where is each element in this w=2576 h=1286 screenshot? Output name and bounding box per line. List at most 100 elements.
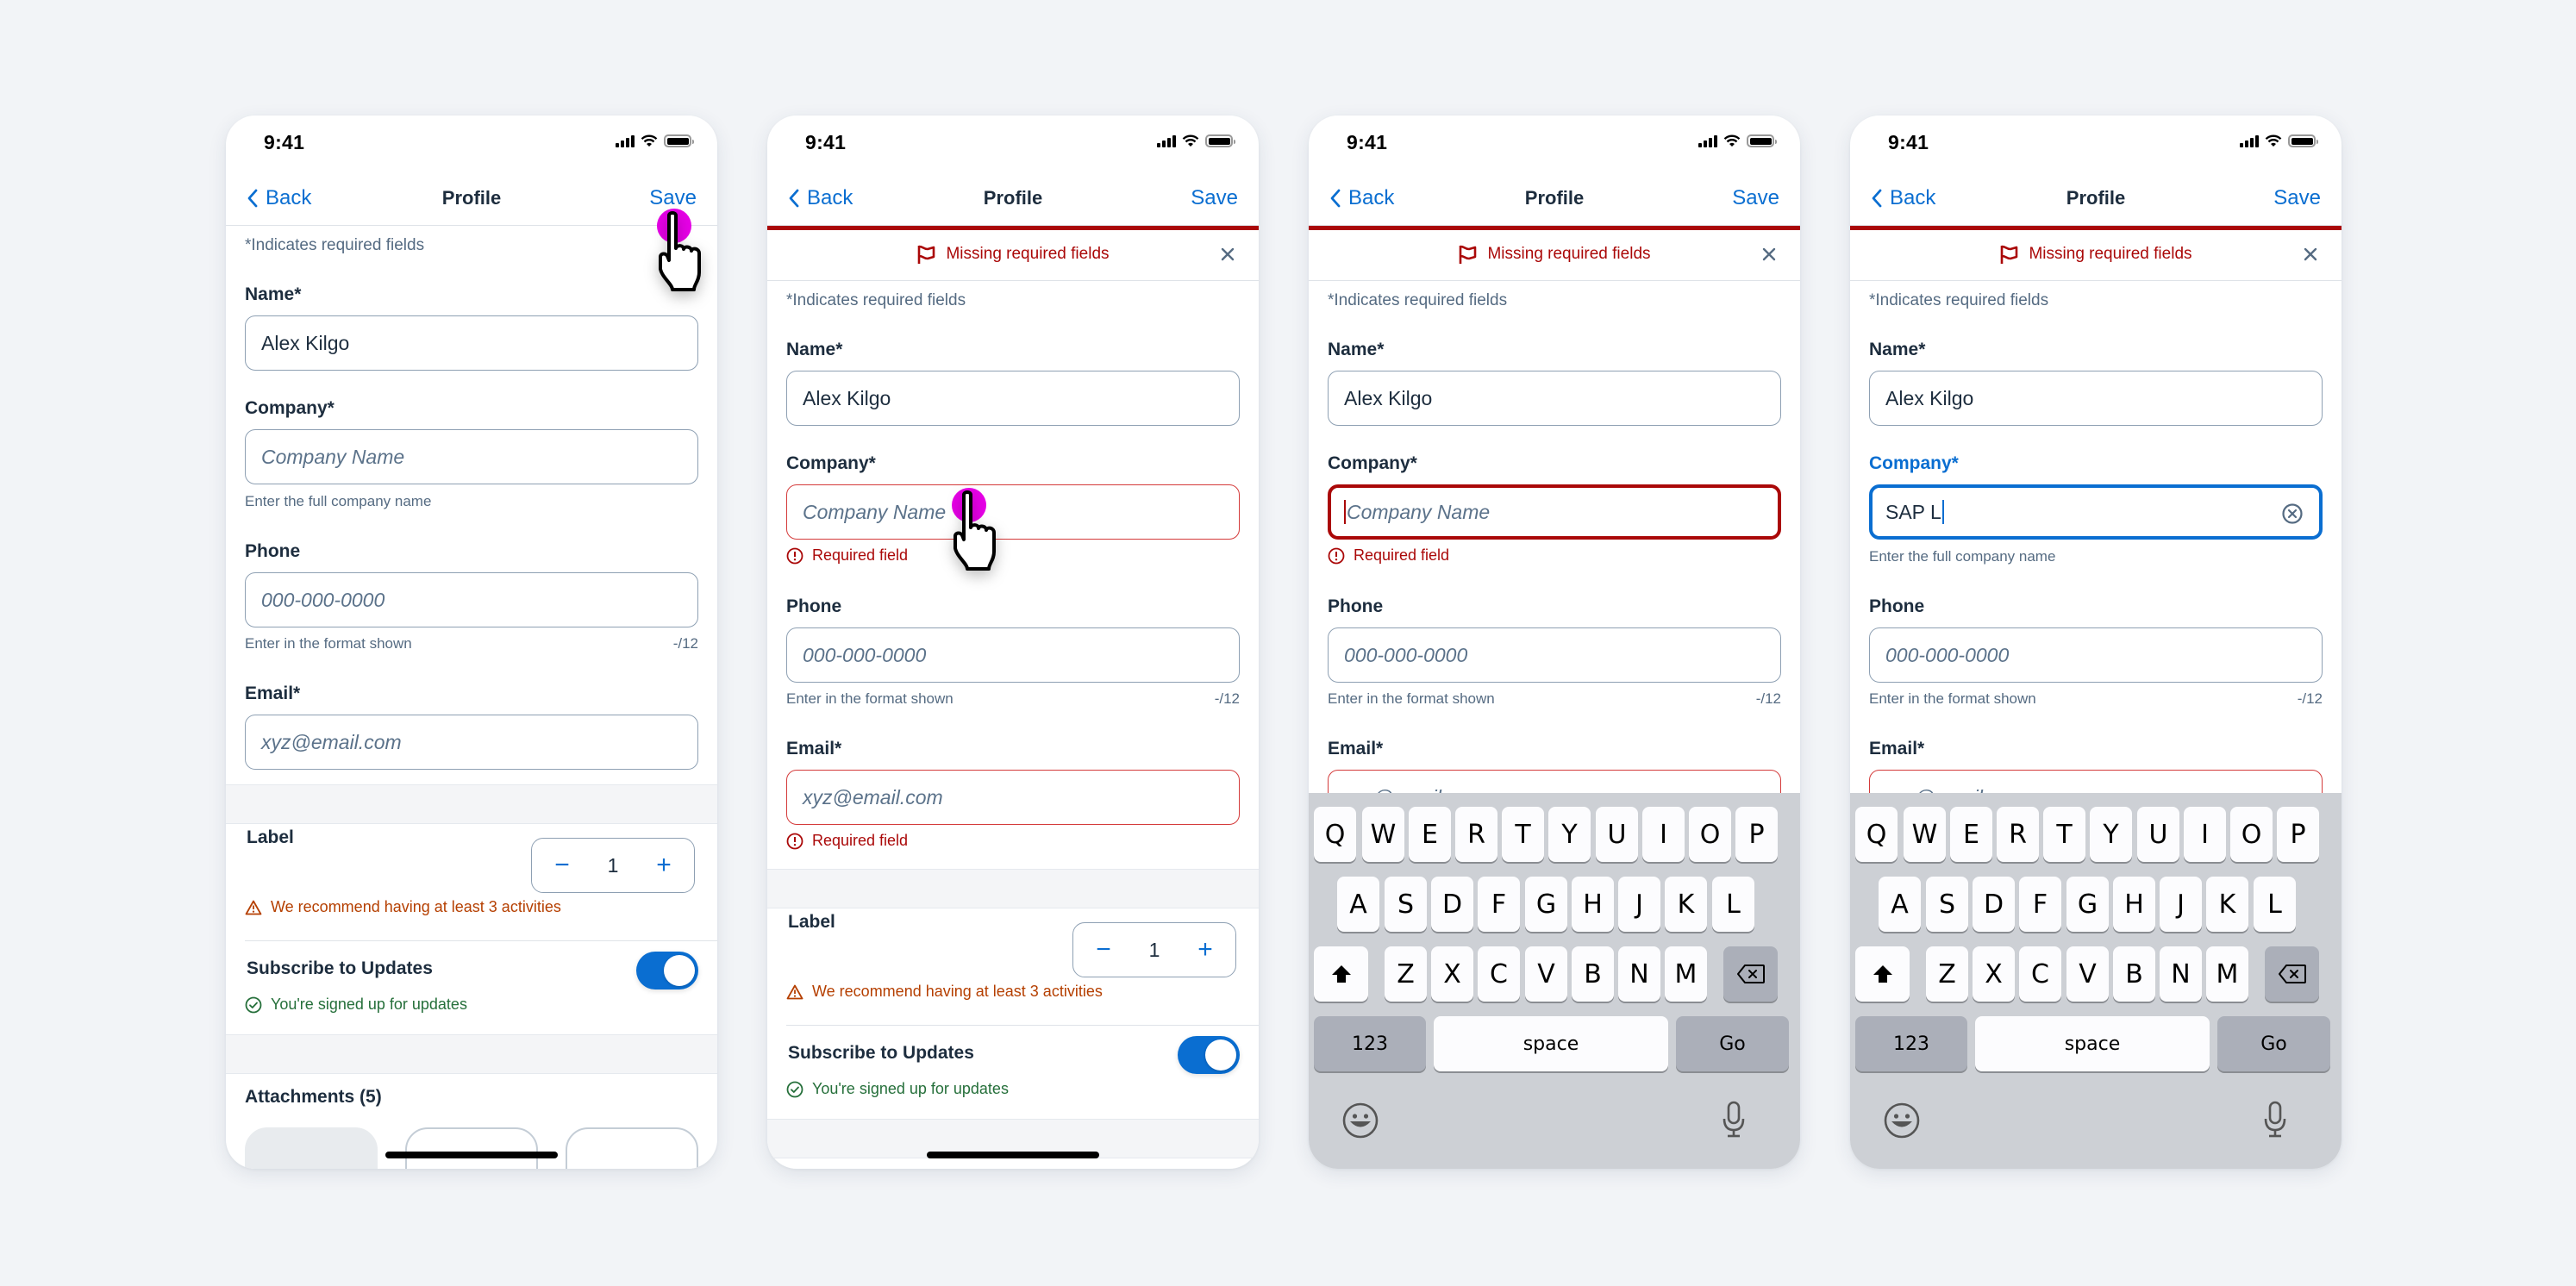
back-button[interactable]: Back (1329, 186, 1394, 210)
phone-input[interactable]: 000-000-0000 (1869, 627, 2323, 683)
key-y[interactable]: Y (1548, 807, 1591, 862)
back-button[interactable]: Back (247, 186, 311, 210)
key-c[interactable]: C (2019, 946, 2061, 1002)
name-input[interactable]: Alex Kilgo (1328, 371, 1781, 426)
save-button[interactable]: Save (2273, 186, 2321, 210)
key-x[interactable]: X (1431, 946, 1473, 1002)
key-g[interactable]: G (2066, 877, 2109, 932)
company-input[interactable]: Company Name (1328, 484, 1781, 540)
back-button[interactable]: Back (788, 186, 853, 210)
key-a[interactable]: A (1879, 877, 1921, 932)
key-x[interactable]: X (1973, 946, 2015, 1002)
key-i[interactable]: I (1642, 807, 1685, 862)
key-h[interactable]: H (2113, 877, 2155, 932)
key-m[interactable]: M (2206, 946, 2248, 1002)
clear-input-icon[interactable] (2281, 503, 2304, 525)
key-q[interactable]: Q (1314, 807, 1356, 862)
key-m[interactable]: M (1665, 946, 1707, 1002)
key-l[interactable]: L (2254, 877, 2296, 932)
key-s[interactable]: S (1926, 877, 1968, 932)
key-s[interactable]: S (1385, 877, 1427, 932)
key-f[interactable]: F (1478, 877, 1520, 932)
key-z[interactable]: Z (1926, 946, 1968, 1002)
key-c[interactable]: C (1478, 946, 1520, 1002)
key-k[interactable]: K (1665, 877, 1707, 932)
key-j[interactable]: J (1618, 877, 1660, 932)
attachment-tile[interactable] (245, 1127, 378, 1169)
go-key[interactable]: Go (2217, 1016, 2330, 1071)
close-icon[interactable] (1757, 242, 1781, 266)
key-y[interactable]: Y (2090, 807, 2132, 862)
shift-key[interactable] (1855, 946, 1910, 1002)
attachment-tile[interactable] (566, 1127, 698, 1169)
key-p[interactable]: P (2277, 807, 2319, 862)
emoji-icon[interactable] (1341, 1102, 1379, 1139)
save-button[interactable]: Save (1191, 186, 1238, 210)
key-d[interactable]: D (1973, 877, 2015, 932)
shift-key[interactable] (1314, 946, 1368, 1002)
close-icon[interactable] (2298, 242, 2323, 266)
key-v[interactable]: V (2066, 946, 2109, 1002)
key-f[interactable]: F (2019, 877, 2061, 932)
subscribe-toggle[interactable] (636, 952, 698, 989)
key-e[interactable]: E (1950, 807, 1992, 862)
key-u[interactable]: U (1596, 807, 1638, 862)
microphone-icon[interactable] (2262, 1100, 2288, 1139)
go-key[interactable]: Go (1676, 1016, 1789, 1071)
key-t[interactable]: T (2043, 807, 2085, 862)
key-o[interactable]: O (1689, 807, 1731, 862)
key-b[interactable]: B (1572, 946, 1614, 1002)
key-r[interactable]: R (1455, 807, 1497, 862)
key-g[interactable]: G (1525, 877, 1567, 932)
subscribe-toggle[interactable] (1178, 1036, 1240, 1074)
key-o[interactable]: O (2230, 807, 2273, 862)
emoji-icon[interactable] (1883, 1102, 1921, 1139)
key-e[interactable]: E (1409, 807, 1451, 862)
key-t[interactable]: T (1502, 807, 1544, 862)
delete-key[interactable] (1723, 946, 1778, 1002)
save-button[interactable]: Save (649, 186, 697, 210)
company-input[interactable]: SAP L (1869, 484, 2323, 540)
key-l[interactable]: L (1712, 877, 1754, 932)
phone-input[interactable]: 000-000-0000 (786, 627, 1240, 683)
stepper-value[interactable]: 1 (1149, 939, 1160, 962)
key-q[interactable]: Q (1855, 807, 1898, 862)
stepper-value[interactable]: 1 (608, 854, 619, 877)
company-input[interactable]: Company Name (786, 484, 1240, 540)
key-n[interactable]: N (1618, 946, 1660, 1002)
close-icon[interactable] (1216, 242, 1240, 266)
microphone-icon[interactable] (1721, 1100, 1747, 1139)
key-r[interactable]: R (1997, 807, 2039, 862)
key-v[interactable]: V (1525, 946, 1567, 1002)
key-i[interactable]: I (2184, 807, 2226, 862)
space-key[interactable]: space (1975, 1016, 2210, 1071)
numbers-key[interactable]: 123 (1314, 1016, 1426, 1071)
back-button[interactable]: Back (1871, 186, 1935, 210)
save-button[interactable]: Save (1732, 186, 1779, 210)
delete-key[interactable] (2265, 946, 2319, 1002)
increment-button[interactable]: + (651, 852, 677, 878)
key-h[interactable]: H (1572, 877, 1614, 932)
company-input[interactable]: Company Name (245, 429, 698, 484)
decrement-button[interactable]: − (549, 852, 575, 878)
key-z[interactable]: Z (1385, 946, 1427, 1002)
key-n[interactable]: N (2160, 946, 2202, 1002)
decrement-button[interactable]: − (1091, 937, 1116, 963)
space-key[interactable]: space (1434, 1016, 1668, 1071)
name-input[interactable]: Alex Kilgo (245, 315, 698, 371)
key-b[interactable]: B (2113, 946, 2155, 1002)
increment-button[interactable]: + (1192, 937, 1218, 963)
key-k[interactable]: K (2206, 877, 2248, 932)
key-d[interactable]: D (1431, 877, 1473, 932)
phone-input[interactable]: 000-000-0000 (1328, 627, 1781, 683)
key-u[interactable]: U (2137, 807, 2179, 862)
email-input[interactable]: xyz@email.com (786, 770, 1240, 825)
numbers-key[interactable]: 123 (1855, 1016, 1967, 1071)
attachment-tile[interactable] (405, 1127, 538, 1169)
name-input[interactable]: Alex Kilgo (786, 371, 1240, 426)
key-w[interactable]: W (1362, 807, 1404, 862)
email-input[interactable]: xyz@email.com (245, 715, 698, 770)
key-p[interactable]: P (1735, 807, 1778, 862)
phone-input[interactable]: 000-000-0000 (245, 572, 698, 627)
key-w[interactable]: W (1904, 807, 1946, 862)
